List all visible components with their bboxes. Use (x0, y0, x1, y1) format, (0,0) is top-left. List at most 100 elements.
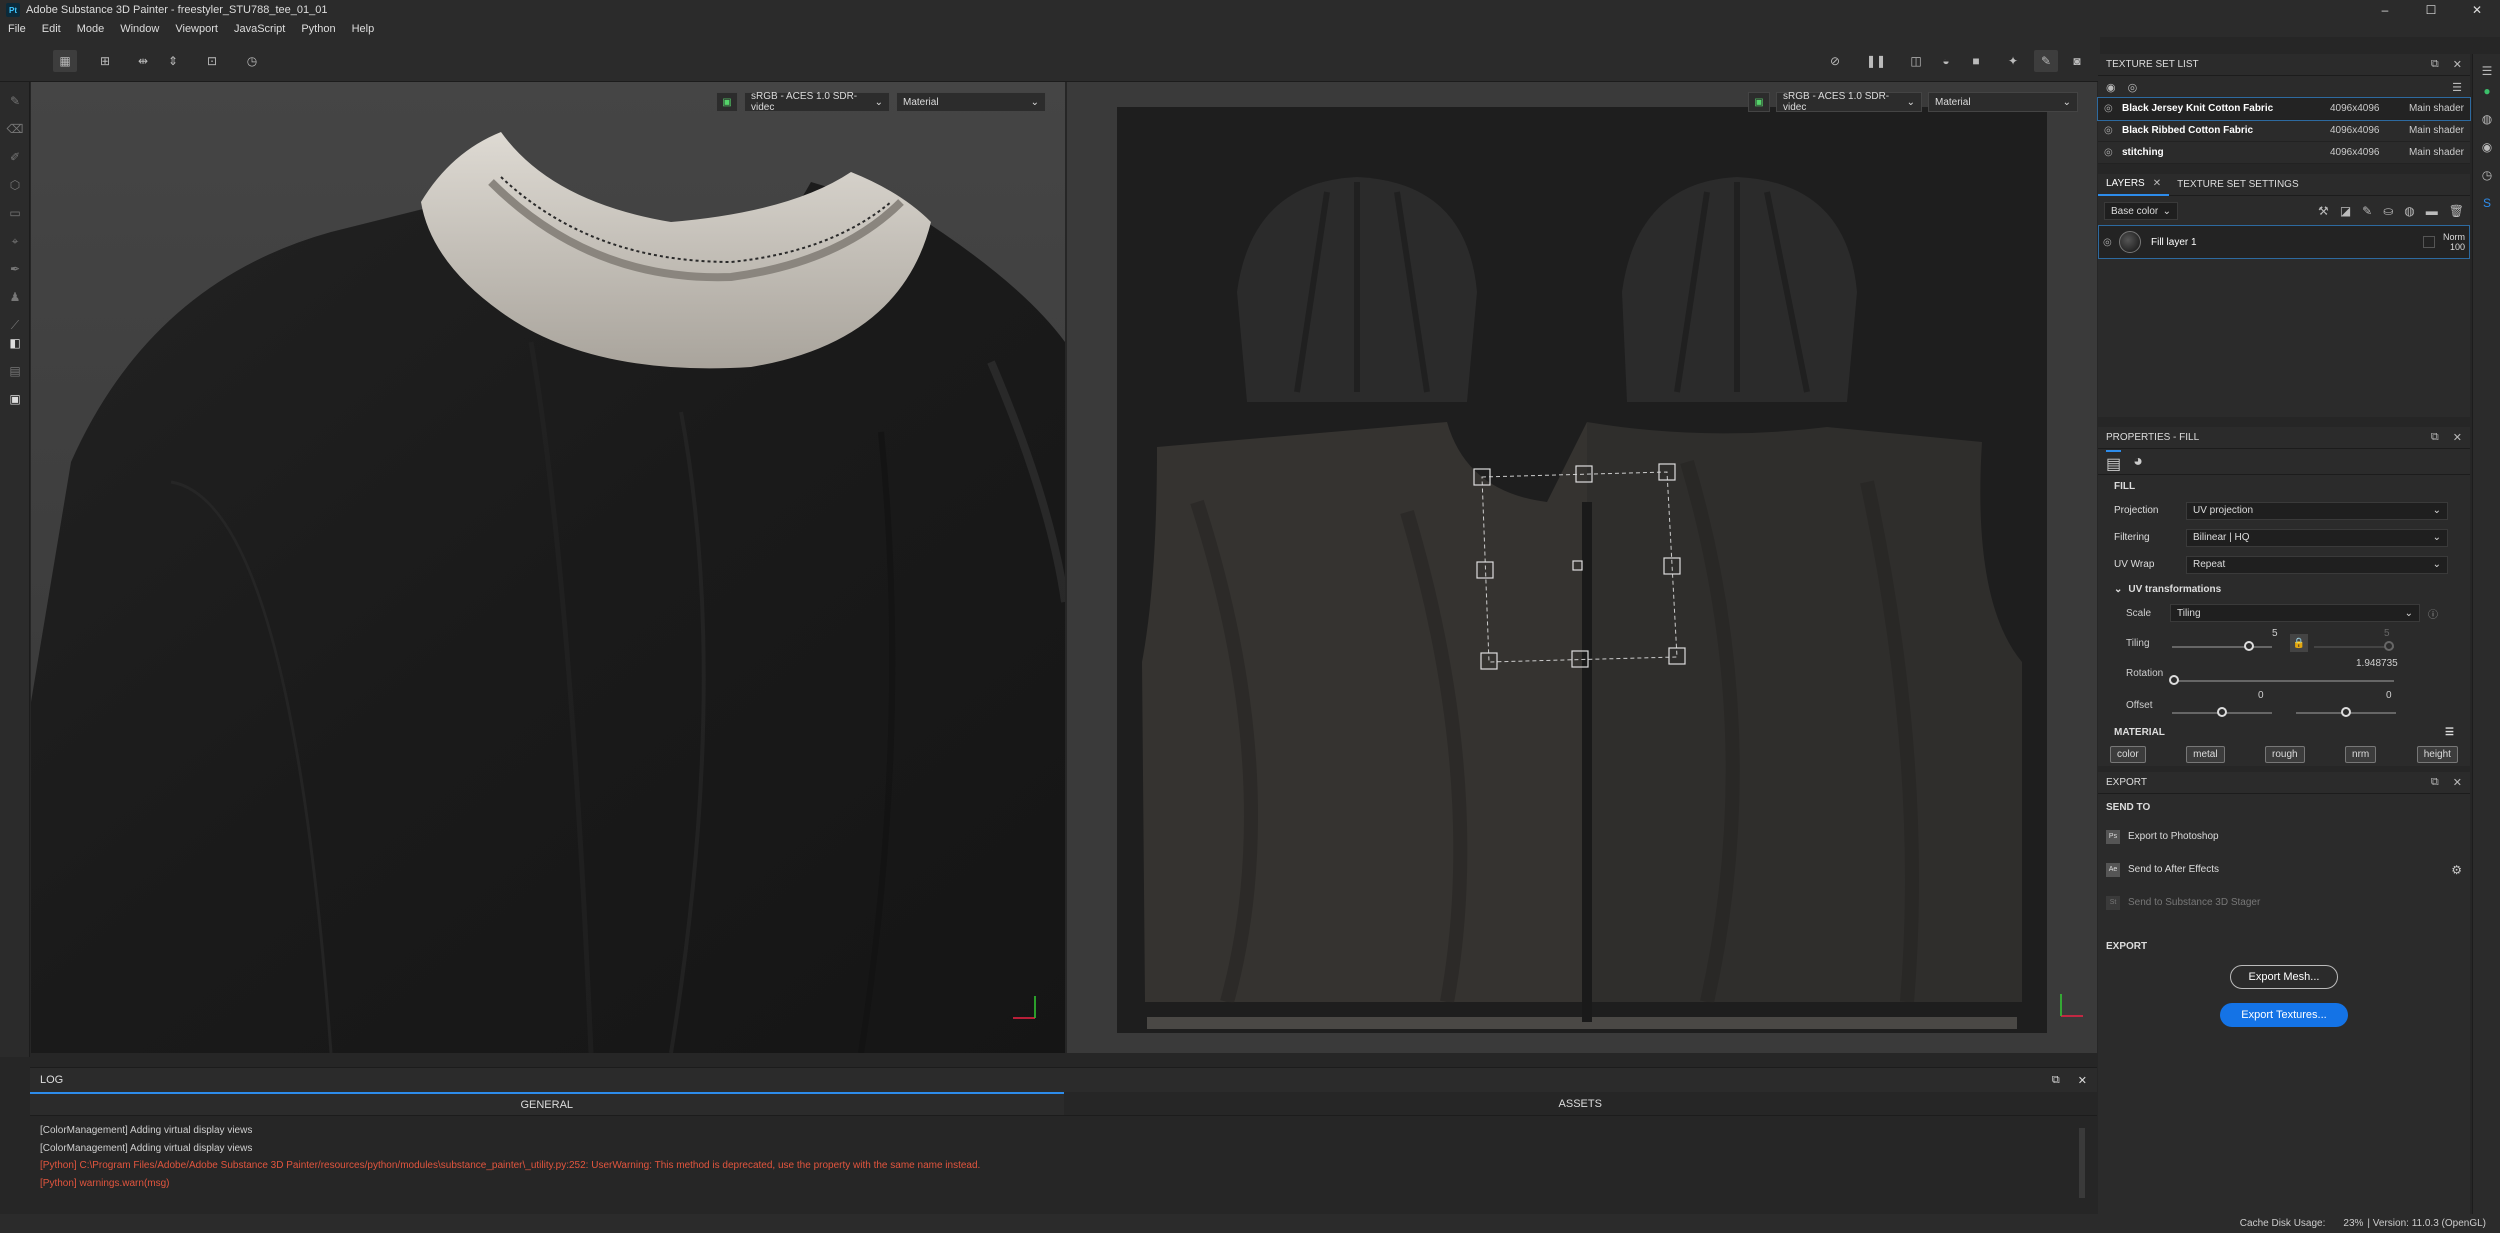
menu-file[interactable]: File (0, 23, 34, 35)
export-mesh-button[interactable]: Export Mesh... (2230, 965, 2338, 989)
channel-height-toggle[interactable]: height (2416, 745, 2458, 763)
paint-tool-icon[interactable]: ✎ (8, 94, 22, 108)
eye-icon[interactable]: ◎ (2104, 103, 2118, 114)
projection-dropdown[interactable]: UV projection ⌄ (2186, 501, 2448, 520)
info-icon[interactable]: ⓘ (2428, 606, 2438, 621)
texture-set-shader[interactable]: Main shader (2402, 147, 2464, 158)
menu-mode[interactable]: Mode (69, 23, 113, 35)
split-view-icon[interactable]: ◫ (1904, 50, 1928, 72)
channel-color-toggle[interactable]: color (2110, 745, 2146, 763)
add-mask-icon[interactable]: ◪ (2340, 204, 2351, 218)
bake-tool-icon[interactable]: ▣ (8, 392, 22, 406)
tiling-slider-2[interactable] (2314, 641, 2394, 651)
channel-nrm-toggle[interactable]: nrm (2345, 745, 2377, 763)
add-paint-layer-icon[interactable]: ✎ (2362, 204, 2372, 218)
eye-icon[interactable]: ◎ (2104, 147, 2118, 158)
geometry-fill-icon[interactable]: ⬡ (8, 178, 22, 192)
pause-icon[interactable]: ❚❚ (1864, 50, 1888, 72)
add-smart-material-icon[interactable]: ◍ (2404, 204, 2414, 218)
display-settings-icon[interactable]: ▣ (1748, 92, 1770, 112)
texture-set-shader[interactable]: Main shader (2402, 103, 2464, 114)
display-settings-icon[interactable]: ◍ (2480, 112, 2494, 126)
viewport-3d[interactable]: ▣ sRGB - ACES 1.0 SDR-videc ⌄ Material ⌄ (31, 82, 1065, 1053)
add-effect-icon[interactable]: ⚒ (2318, 204, 2329, 218)
close-panel-icon[interactable]: ✕ (2453, 431, 2462, 444)
texture-set-row[interactable]: ◎ stitching 4096x4096 Main shader (2098, 142, 2470, 164)
channel-metal-toggle[interactable]: metal (2186, 745, 2225, 763)
scale-dropdown[interactable]: Tiling ⌄ (2170, 604, 2420, 622)
color-view-dropdown-2d[interactable]: sRGB - ACES 1.0 SDR-videc ⌄ (1776, 91, 1922, 113)
menu-python[interactable]: Python (293, 23, 343, 35)
screenshot-icon[interactable]: ◙ (2065, 50, 2089, 72)
frame-icon[interactable]: ⊡ (200, 50, 224, 72)
tab-general[interactable]: GENERAL (30, 1092, 1064, 1115)
hide-icon[interactable]: ⊘ (1823, 50, 1847, 72)
layer-opacity[interactable]: 100 (2443, 242, 2465, 252)
texture-set-row[interactable]: ◎ Black Ribbed Cotton Fabric 4096x4096 M… (2098, 120, 2470, 142)
float-panel-icon[interactable]: ⧉ (2431, 431, 2439, 444)
layers-panel-icon[interactable]: ☰ (2480, 64, 2494, 78)
material-ball-icon[interactable]: ◕ (2133, 453, 2143, 471)
layer-mask-slot[interactable] (2423, 236, 2435, 248)
close-tab-icon[interactable]: ✕ (2153, 178, 2161, 189)
environment-icon[interactable]: ✦ (2001, 50, 2025, 72)
add-folder-icon[interactable]: ▬ (2426, 204, 2438, 218)
close-panel-icon[interactable]: ✕ (2078, 1074, 2087, 1087)
camera-icon[interactable]: ■ (1964, 50, 1988, 72)
float-panel-icon[interactable]: ⧉ (2052, 1074, 2060, 1087)
float-panel-icon[interactable]: ⧉ (2431, 58, 2439, 71)
viewport-2d[interactable]: ▣ sRGB - ACES 1.0 SDR-videc ⌄ Material ⌄ (1067, 82, 2097, 1053)
symmetry-icon[interactable]: ⇹ (131, 50, 155, 72)
eye-icon[interactable]: ◎ (2104, 125, 2118, 136)
render-mode-dropdown-2d[interactable]: Material ⌄ (1928, 92, 2078, 112)
eye-icon[interactable]: ◎ (2103, 237, 2119, 248)
send-stager-button[interactable]: St Send to Substance 3D Stager (2098, 886, 2470, 919)
select-tool-icon[interactable]: ◧ (8, 336, 22, 350)
offset-x-slider[interactable] (2172, 707, 2272, 717)
close-panel-icon[interactable]: ✕ (2453, 776, 2462, 789)
menu-edit[interactable]: Edit (34, 23, 69, 35)
channel-dropdown[interactable]: Base color ⌄ (2104, 202, 2178, 220)
menu-javascript[interactable]: JavaScript (226, 23, 293, 35)
uv-transform-section[interactable]: ⌄ UV transformations (2098, 578, 2470, 600)
uvwrap-dropdown[interactable]: Repeat ⌄ (2186, 555, 2448, 574)
stamp-tool-icon[interactable]: ♟ (8, 290, 22, 304)
tiling-slider[interactable] (2172, 641, 2272, 651)
display-settings-icon[interactable]: ▣ (716, 92, 738, 112)
menu-viewport[interactable]: Viewport (167, 23, 226, 35)
eye-icon[interactable]: ◎ (2128, 81, 2138, 94)
uv-transform-gizmo[interactable] (1067, 82, 2097, 1053)
grid-view-icon[interactable]: ▦ (53, 50, 77, 72)
layer-row[interactable]: ◎ Fill layer 1 Norm 100 (2098, 225, 2470, 259)
eraser-tool-icon[interactable]: ⌫ (7, 122, 24, 136)
tab-assets[interactable]: ASSETS (1064, 1092, 2098, 1115)
projection-tool-icon[interactable]: ✐ (8, 150, 22, 164)
texture-set-shader[interactable]: Main shader (2402, 125, 2464, 136)
send-after-effects-button[interactable]: Ae Send to After Effects ⚙ (2098, 853, 2470, 886)
material-menu-icon[interactable]: ☰ (2445, 727, 2454, 738)
offset-y-slider[interactable] (2296, 707, 2396, 717)
export-photoshop-button[interactable]: Ps Export to Photoshop (2098, 820, 2470, 853)
history-icon[interactable]: ◷ (2480, 168, 2494, 182)
tab-texture-set-settings[interactable]: TEXTURE SET SETTINGS (2169, 179, 2307, 190)
menu-help[interactable]: Help (344, 23, 383, 35)
delete-layer-icon[interactable]: 🗑 (2449, 204, 2464, 218)
export-textures-button[interactable]: Export Textures... (2220, 1003, 2348, 1027)
picker-tool-icon[interactable]: ✒ (8, 262, 22, 276)
log-scrollbar[interactable] (2079, 1128, 2085, 1198)
measure-tool-icon[interactable]: ⟋ (8, 318, 22, 332)
lock-ratio-icon[interactable]: 🔒 (2290, 634, 2308, 652)
clone-tool-icon[interactable]: ⌖ (8, 234, 22, 248)
mirror-vertical-icon[interactable]: ⇕ (161, 50, 185, 72)
blend-mode[interactable]: Norm (2443, 232, 2465, 242)
layer-tool-icon[interactable]: ▤ (8, 364, 22, 378)
shading-icon[interactable]: ◒ (1934, 50, 1958, 72)
multi-grid-icon[interactable]: ⊞ (93, 50, 117, 72)
smudge-tool-icon[interactable]: ▭ (8, 206, 22, 220)
channel-rough-toggle[interactable]: rough (2265, 745, 2305, 763)
list-menu-icon[interactable]: ☰ (2452, 81, 2462, 94)
gear-icon[interactable]: ⚙ (2451, 863, 2462, 877)
paint-brush-icon[interactable]: ✎ (2034, 50, 2058, 72)
visibility-all-icon[interactable]: ◉ (2106, 81, 2116, 94)
maximize-button[interactable]: ☐ (2408, 0, 2454, 20)
